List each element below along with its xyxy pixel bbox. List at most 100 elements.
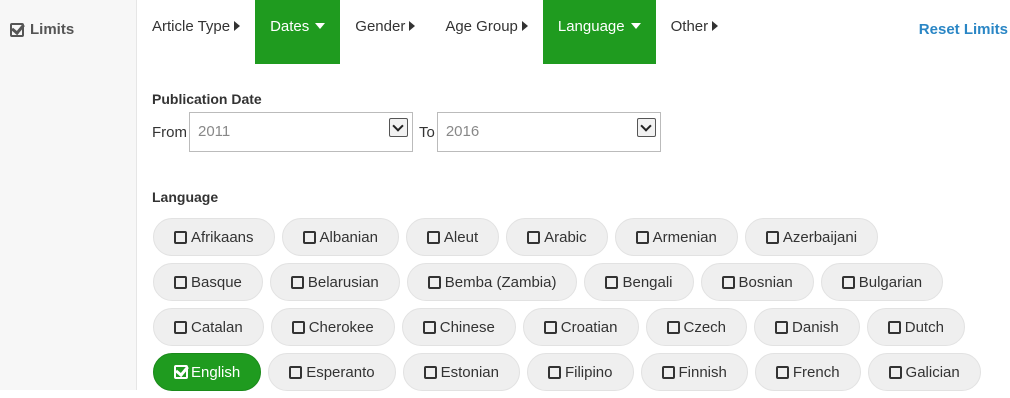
language-option-label: Bengali xyxy=(622,273,673,291)
language-option-label: Belarusian xyxy=(307,273,379,291)
limits-label: Limits xyxy=(30,21,75,38)
checked-box-icon xyxy=(10,22,24,37)
tab-label: Gender xyxy=(355,18,406,35)
tab-article-type[interactable]: Article Type xyxy=(137,0,255,64)
language-option-label: Bulgarian xyxy=(858,273,923,291)
language-options: Afrikaans Albanian Aleut Arabic Armenian Azer… xyxy=(153,218,1003,398)
tab-other[interactable]: Other xyxy=(656,0,734,64)
language-option-estonian[interactable]: Estonian xyxy=(402,353,520,391)
checkbox-icon xyxy=(302,230,316,244)
language-row: Basque Belarusian Bemba (Zambia) Bengali Bos… xyxy=(153,263,1003,301)
caret-right-icon xyxy=(521,21,528,31)
language-option-aleut[interactable]: Aleut xyxy=(405,218,500,256)
language-option-label: Cherokee xyxy=(308,318,374,336)
checkbox-icon xyxy=(427,275,441,289)
checkbox-icon xyxy=(289,365,303,379)
checkbox-icon xyxy=(775,320,789,334)
checkbox-icon xyxy=(888,365,902,379)
checkbox-icon xyxy=(721,275,735,289)
language-option-label: Chinese xyxy=(439,318,495,336)
checkbox-icon xyxy=(547,365,561,379)
dropdown-arrow-icon xyxy=(389,118,408,137)
language-option-french[interactable]: French xyxy=(754,353,861,391)
language-option-belarusian[interactable]: Belarusian xyxy=(269,263,400,301)
language-option-bulgarian[interactable]: Bulgarian xyxy=(820,263,944,301)
language-option-label: Albanian xyxy=(319,228,378,246)
language-option-label: Esperanto xyxy=(306,363,375,381)
language-option-label: Czech xyxy=(683,318,727,336)
checkbox-icon xyxy=(527,230,541,244)
tab-dates[interactable]: Dates xyxy=(255,0,341,64)
language-option-esperanto[interactable]: Esperanto xyxy=(268,353,396,391)
language-option-english[interactable]: English xyxy=(153,353,262,391)
tab-label: Other xyxy=(670,18,709,35)
language-option-label: Bosnian xyxy=(738,273,793,291)
language-option-label: Catalan xyxy=(191,318,243,336)
tab-gender[interactable]: Gender xyxy=(340,0,430,64)
language-option-afrikaans[interactable]: Afrikaans xyxy=(153,218,275,256)
language-option-danish[interactable]: Danish xyxy=(754,308,860,346)
checkbox-icon xyxy=(635,230,649,244)
caret-right-icon xyxy=(712,21,719,31)
language-option-label: Armenian xyxy=(652,228,717,246)
from-year-select[interactable]: 2011 xyxy=(189,112,413,152)
filter-tabs: Article Type Dates Gender Age Group Lang… xyxy=(137,0,733,64)
reset-limits-link[interactable]: Reset Limits xyxy=(919,21,1008,38)
language-option-armenian[interactable]: Armenian xyxy=(614,218,738,256)
language-option-filipino[interactable]: Filipino xyxy=(526,353,634,391)
to-label: To xyxy=(419,123,435,141)
checkbox-icon xyxy=(290,275,304,289)
dropdown-arrow-icon xyxy=(636,118,656,137)
to-year-select[interactable]: 2016 xyxy=(436,112,661,152)
caret-right-icon xyxy=(409,21,416,31)
language-option-dutch[interactable]: Dutch xyxy=(866,308,965,346)
language-option-label: Bemba (Zambia) xyxy=(444,273,557,291)
language-option-label: English xyxy=(191,363,241,381)
language-option-finnish[interactable]: Finnish xyxy=(640,353,748,391)
date-range-row: From 2011 To 2016 xyxy=(152,112,667,152)
tab-age-group[interactable]: Age Group xyxy=(430,0,543,64)
checkbox-icon xyxy=(174,275,187,289)
checkbox-icon xyxy=(661,365,675,379)
language-option-basque[interactable]: Basque xyxy=(153,263,263,301)
language-option-arabic[interactable]: Arabic xyxy=(506,218,608,256)
language-option-czech[interactable]: Czech xyxy=(645,308,748,346)
tab-language[interactable]: Language xyxy=(542,0,656,64)
tab-label: Age Group xyxy=(445,18,518,35)
to-year-value: 2016 xyxy=(445,123,480,140)
checkbox-icon xyxy=(841,275,855,289)
language-option-cherokee[interactable]: Cherokee xyxy=(270,308,395,346)
language-option-bemba-zambia[interactable]: Bemba (Zambia) xyxy=(406,263,578,301)
caret-down-icon xyxy=(630,23,641,29)
language-option-bengali[interactable]: Bengali xyxy=(584,263,694,301)
language-option-label: Filipino xyxy=(564,363,613,381)
checkbox-icon xyxy=(543,320,557,334)
checkbox-icon xyxy=(765,230,779,244)
language-option-label: Finnish xyxy=(678,363,727,381)
language-option-galician[interactable]: Galician xyxy=(867,353,981,391)
language-heading: Language xyxy=(152,189,219,205)
language-option-label: Croatian xyxy=(560,318,618,336)
language-option-label: Arabic xyxy=(544,228,587,246)
language-option-chinese[interactable]: Chinese xyxy=(401,308,516,346)
language-option-label: Estonian xyxy=(440,363,499,381)
language-option-azerbaijani[interactable]: Azerbaijani xyxy=(744,218,879,256)
checkbox-icon xyxy=(426,230,440,244)
checkbox-icon xyxy=(605,275,619,289)
language-option-albanian[interactable]: Albanian xyxy=(281,218,399,256)
checkbox-icon xyxy=(174,320,187,334)
language-option-label: French xyxy=(792,363,840,381)
language-option-croatian[interactable]: Croatian xyxy=(522,308,639,346)
tab-label: Language xyxy=(557,18,625,35)
language-option-bosnian[interactable]: Bosnian xyxy=(700,263,814,301)
limits-toggle[interactable]: Limits xyxy=(10,21,74,38)
language-row: English Esperanto Estonian Filipino Finnish F… xyxy=(153,353,1003,391)
language-option-label: Danish xyxy=(792,318,839,336)
checkbox-icon xyxy=(291,320,305,334)
caret-right-icon xyxy=(234,21,241,31)
checkbox-icon xyxy=(174,230,187,244)
language-option-catalan[interactable]: Catalan xyxy=(153,308,264,346)
checkbox-icon xyxy=(422,320,436,334)
publication-date-heading: Publication Date xyxy=(152,91,262,107)
language-row: Afrikaans Albanian Aleut Arabic Armenian Azer… xyxy=(153,218,1003,256)
